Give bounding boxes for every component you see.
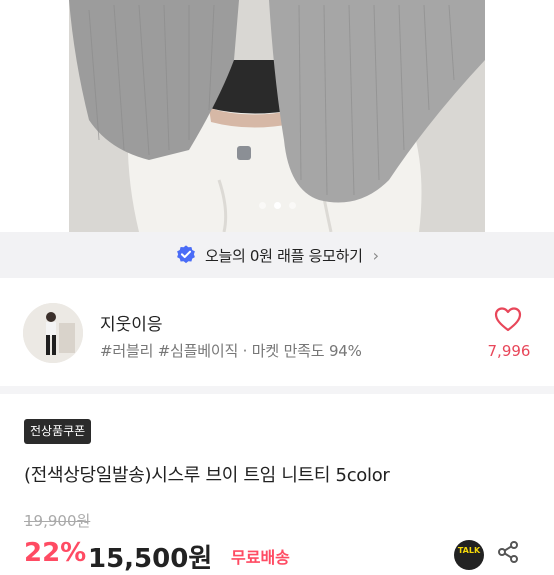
price-row: 22% 15,500원 무료배송 TALK (24, 538, 554, 574)
seller-tags: #러블리 #심플베이직 · 마켓 만족도 94% (100, 342, 362, 360)
seller-info[interactable]: 지웃이응 #러블리 #심플베이직 · 마켓 만족도 94% 7,996 (0, 290, 554, 376)
coupon-badge: 전상품쿠폰 (24, 419, 92, 444)
raffle-banner[interactable]: 오늘의 0원 래플 응모하기 › (0, 232, 554, 278)
verified-check-icon (177, 245, 195, 264)
seller-name[interactable]: 지웃이응 (100, 310, 163, 335)
free-shipping-label: 무료배송 (231, 548, 290, 567)
heart-icon[interactable] (494, 306, 522, 332)
sale-price: 15,500원 (88, 544, 213, 574)
section-divider (0, 386, 554, 394)
carousel-dot-active[interactable] (273, 202, 281, 209)
like-count: 7,996 (487, 342, 531, 360)
product-title: (전색상당일발송)시스루 브이 트임 니트티 5color (24, 465, 390, 486)
carousel-dot[interactable] (288, 202, 296, 209)
discount-rate: 22% (24, 538, 87, 568)
share-icon[interactable] (496, 540, 520, 564)
carousel-dot[interactable] (258, 202, 266, 209)
talk-icon[interactable]: TALK (454, 540, 484, 570)
raffle-banner-text: 오늘의 0원 래플 응모하기 (204, 246, 363, 265)
carousel-indicator (0, 194, 554, 213)
chevron-right-icon: › (372, 245, 380, 265)
avatar-image (23, 303, 83, 363)
product-image-carousel[interactable] (0, 0, 554, 232)
seller-avatar[interactable] (23, 303, 83, 363)
original-price: 19,900원 (24, 512, 91, 530)
